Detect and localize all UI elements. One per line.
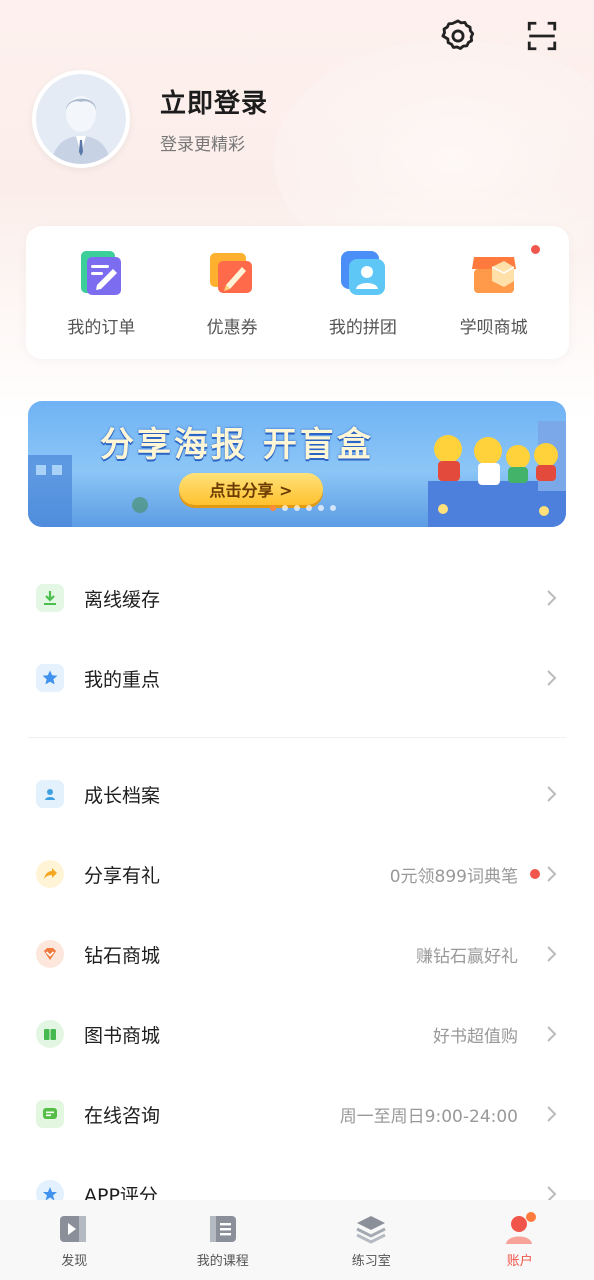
tab-label: 发现 (61, 1253, 88, 1269)
pagination-dot[interactable] (282, 505, 288, 511)
menu-extra: 赚钻石赢好礼 (416, 942, 518, 967)
menu-label: 分享有礼 (84, 864, 161, 887)
menu-extra-text: 周一至周日9:00-24:00 (339, 1106, 518, 1127)
chevron-right-icon (547, 1106, 557, 1122)
profile-card-icon (36, 780, 64, 808)
pagination-dot[interactable] (306, 505, 312, 511)
menu-extra: 周一至周日9:00-24:00 (340, 1102, 518, 1127)
chat-icon (36, 1100, 64, 1128)
menu-item-online-consult[interactable]: 在线咨询 周一至周日9:00-24:00 (0, 1074, 594, 1154)
orders-icon (81, 251, 122, 295)
discover-icon (60, 1215, 87, 1242)
menu-extra-text: 好书超值购 (433, 1026, 518, 1047)
menu-item-book-shop[interactable]: 图书商城 好书超值购 (0, 994, 594, 1074)
menu-item-offline-cache[interactable]: 离线缓存 (0, 558, 594, 638)
download-icon (36, 584, 64, 612)
menu-item-my-highlights[interactable]: 我的重点 (0, 638, 594, 718)
banner-pagination (270, 505, 336, 511)
quick-item-coupons[interactable]: 优惠券 (172, 247, 292, 338)
menu-label: 成长档案 (84, 784, 161, 807)
chevron-right-icon (547, 946, 557, 962)
shop-icon (471, 257, 516, 293)
quick-label-group-buy: 我的拼团 (328, 318, 397, 338)
menu-extra: 0元领899词典笔 (389, 862, 540, 887)
chevron-right-icon (547, 670, 557, 686)
courses-icon (209, 1215, 236, 1242)
login-profile[interactable]: 立即登录 登录更精彩 (32, 70, 268, 168)
quick-actions-card: 我的订单 优惠券 我的拼团 学呗商城 (26, 226, 569, 359)
chevron-right-icon (547, 866, 557, 882)
chevron-right-icon (547, 1026, 557, 1042)
coupon-icon (210, 253, 253, 293)
pagination-dot[interactable] (330, 505, 336, 511)
tab-my-courses[interactable]: 我的课程 (163, 1212, 283, 1269)
tab-label: 练习室 (351, 1253, 391, 1269)
quick-label-coupons: 优惠券 (206, 318, 258, 338)
pagination-dot[interactable] (294, 505, 300, 511)
top-toolbar (436, 14, 564, 58)
menu-label: 我的重点 (84, 668, 161, 691)
section-divider (28, 737, 566, 738)
pagination-dot[interactable] (318, 505, 324, 511)
diamond-icon (36, 940, 64, 968)
menu-label: 钻石商城 (84, 944, 161, 967)
share-icon (36, 860, 64, 888)
gear-icon[interactable] (436, 14, 480, 58)
banner-share-button[interactable]: 点击分享 > (179, 473, 323, 505)
chevron-right-icon (547, 786, 557, 802)
menu-item-diamond-shop[interactable]: 钻石商城 赚钻石赢好礼 (0, 914, 594, 994)
book-icon (36, 1020, 64, 1048)
chevron-right-icon (547, 590, 557, 606)
scan-icon[interactable] (520, 14, 564, 58)
promo-banner[interactable]: 分享海报 开盲盒 点击分享 > (28, 401, 566, 527)
menu-extra-text: 赚钻石赢好礼 (416, 946, 518, 967)
account-icon (505, 1211, 536, 1244)
tab-account[interactable]: 账户 (460, 1211, 580, 1269)
notification-dot (530, 245, 540, 254)
group-buy-icon (340, 251, 385, 295)
practice-icon (356, 1215, 386, 1244)
tab-label: 账户 (506, 1253, 533, 1269)
tab-discover[interactable]: 发现 (14, 1212, 134, 1269)
login-subtitle: 登录更精彩 (160, 135, 245, 155)
quick-label-orders: 我的订单 (67, 318, 136, 338)
quick-item-orders[interactable]: 我的订单 (41, 247, 161, 338)
quick-item-shop[interactable]: 学呗商城 (434, 245, 554, 338)
quick-item-group-buy[interactable]: 我的拼团 (303, 247, 423, 338)
star-icon (36, 664, 64, 692)
tab-practice-room[interactable]: 练习室 (311, 1212, 431, 1269)
menu-item-share-gift[interactable]: 分享有礼 0元领899词典笔 (0, 834, 594, 914)
menu-item-growth-profile[interactable]: 成长档案 (0, 754, 594, 834)
notification-dot (530, 869, 540, 879)
avatar[interactable] (32, 70, 130, 168)
pagination-dot[interactable] (270, 505, 276, 511)
menu-label: 在线咨询 (84, 1104, 161, 1127)
bottom-tab-bar: 发现 我的课程 练习室 账户 (0, 1200, 594, 1280)
tab-label: 我的课程 (196, 1253, 249, 1269)
menu-label: 离线缓存 (84, 588, 161, 611)
menu-extra: 好书超值购 (433, 1022, 518, 1047)
banner-title: 分享海报 开盲盒 (100, 425, 374, 465)
menu-label: 图书商城 (84, 1024, 161, 1047)
menu-extra-text: 0元领899词典笔 (389, 866, 518, 887)
quick-label-shop: 学呗商城 (459, 318, 528, 338)
login-title[interactable]: 立即登录 (160, 83, 268, 120)
